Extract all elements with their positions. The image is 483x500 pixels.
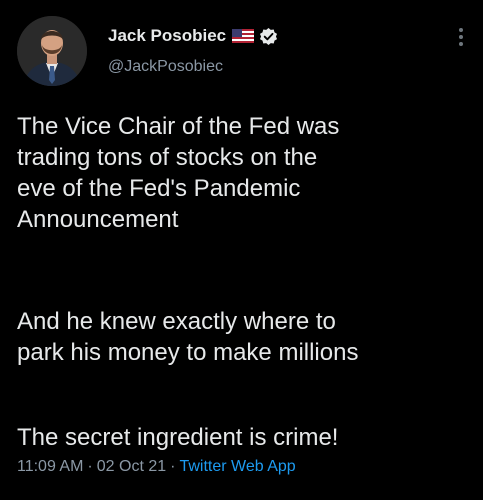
- tweet-date[interactable]: 02 Oct 21: [97, 458, 166, 475]
- author-display-name[interactable]: Jack Posobiec: [108, 26, 226, 46]
- tweet-paragraph: And he knew exactly where to park his mo…: [17, 308, 359, 366]
- tweet-time[interactable]: 11:09 AM: [17, 458, 83, 475]
- us-flag-icon: [232, 29, 255, 43]
- meta-separator: ·: [87, 458, 93, 475]
- tweet-paragraph: The Vice Chair of the Fed was trading to…: [17, 113, 340, 233]
- meta-separator: ·: [170, 458, 176, 475]
- verified-badge-icon: [259, 27, 278, 46]
- author-name-row: Jack Posobiec: [108, 25, 278, 47]
- tweet-paragraph: The secret ingredient is crime!: [17, 424, 339, 451]
- tweet-card: Jack Posobiec @JackPosobiec The Vice Cha…: [0, 0, 483, 500]
- tweet-source-link[interactable]: Twitter Web App: [179, 458, 295, 475]
- more-vertical-icon[interactable]: [456, 26, 466, 48]
- author-handle[interactable]: @JackPosobiec: [108, 58, 223, 76]
- avatar[interactable]: [17, 16, 87, 86]
- avatar-image: [17, 16, 87, 86]
- tweet-metadata: 11:09 AM · 02 Oct 21 · Twitter Web App: [17, 458, 296, 476]
